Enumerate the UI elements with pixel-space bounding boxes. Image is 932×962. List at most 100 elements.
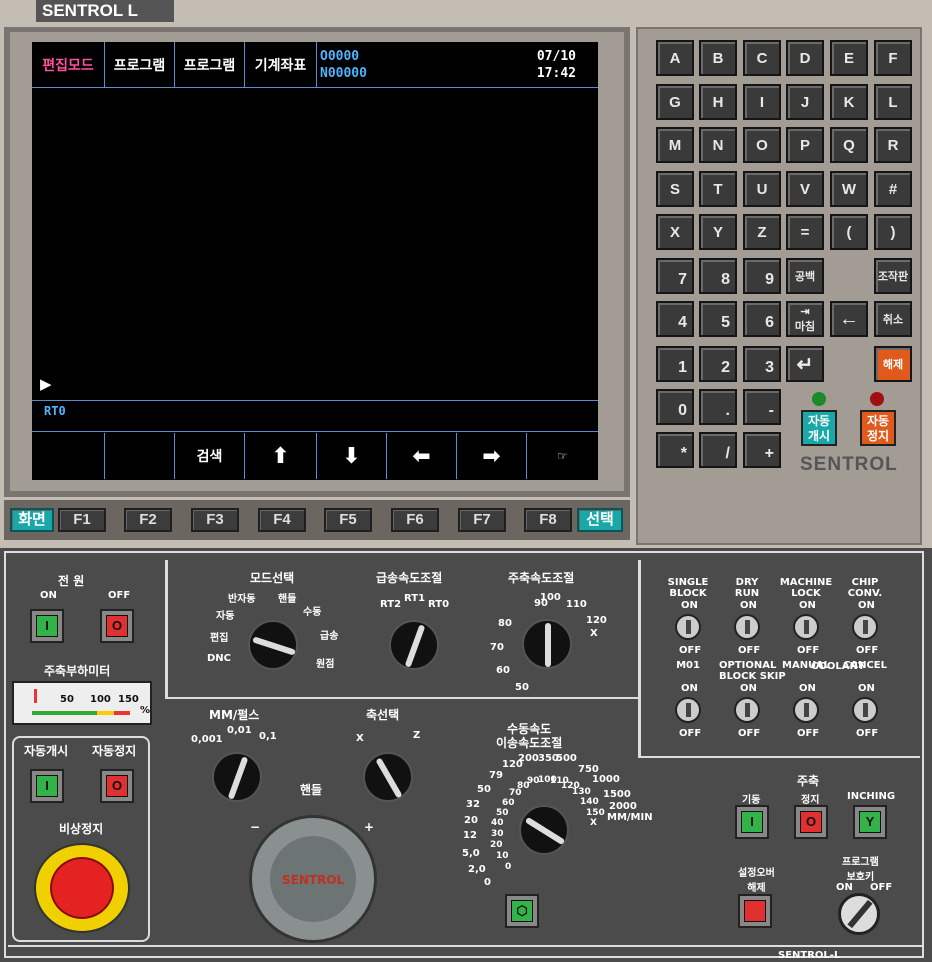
space-key[interactable]: 공백: [786, 258, 824, 294]
key-A[interactable]: A: [656, 40, 694, 76]
key-C[interactable]: C: [743, 40, 781, 76]
mode-select-knob[interactable]: [248, 620, 298, 670]
key-num-7[interactable]: 2: [699, 346, 737, 382]
fkey-f8[interactable]: F8: [524, 508, 572, 532]
fkey-f7[interactable]: F7: [458, 508, 506, 532]
key-num-4[interactable]: 5: [699, 301, 737, 337]
toggle-switch[interactable]: [734, 614, 760, 640]
rapid-override-knob[interactable]: [389, 620, 439, 670]
key-sym[interactable]: ): [874, 214, 912, 250]
key-num-12[interactable]: *: [656, 432, 694, 468]
softkey-search[interactable]: 검색: [175, 433, 245, 479]
key-I[interactable]: I: [743, 84, 781, 120]
tab-edit-mode[interactable]: 편집모드: [32, 42, 105, 88]
key-num-5[interactable]: 6: [743, 301, 781, 337]
mm-pulse-knob[interactable]: [212, 752, 262, 802]
key-num-10[interactable]: .: [699, 389, 737, 425]
fkey-f5[interactable]: F5: [324, 508, 372, 532]
key-num-3[interactable]: 4: [656, 301, 694, 337]
key-B[interactable]: B: [699, 40, 737, 76]
toggle-switch[interactable]: [793, 614, 819, 640]
emergency-stop-button[interactable]: [34, 843, 130, 933]
key-num-8[interactable]: 3: [743, 346, 781, 382]
fkey-f3[interactable]: F3: [191, 508, 239, 532]
key-F[interactable]: F: [874, 40, 912, 76]
key-num-14[interactable]: +: [743, 432, 781, 468]
key-M[interactable]: M: [656, 127, 694, 163]
key-K[interactable]: K: [830, 84, 868, 120]
key-num-13[interactable]: /: [699, 432, 737, 468]
key-num-9[interactable]: 0: [656, 389, 694, 425]
toggle-switch[interactable]: [852, 614, 878, 640]
key-num-2[interactable]: 9: [743, 258, 781, 294]
key-sym[interactable]: =: [786, 214, 824, 250]
softkey-right[interactable]: ➡: [457, 433, 527, 479]
tab-program-2[interactable]: 프로그램: [175, 42, 245, 88]
softkey-up[interactable]: ⬆: [245, 433, 317, 479]
release-key[interactable]: 해제: [874, 346, 912, 382]
inching-button[interactable]: Y: [853, 805, 887, 839]
fkey-f1[interactable]: F1: [58, 508, 106, 532]
toggle-switch[interactable]: [734, 697, 760, 723]
jog-feed-knob[interactable]: [519, 805, 569, 855]
spindle-stop-button[interactable]: O: [794, 805, 828, 839]
panel-key[interactable]: 조작판: [874, 258, 912, 294]
end-key[interactable]: ⇥ 마침: [786, 301, 824, 337]
key-G[interactable]: G: [656, 84, 694, 120]
tab-program-1[interactable]: 프로그램: [105, 42, 175, 88]
key-num-6[interactable]: 1: [656, 346, 694, 382]
fkey-f2[interactable]: F2: [124, 508, 172, 532]
spindle-start-button[interactable]: I: [735, 805, 769, 839]
key-T[interactable]: T: [699, 171, 737, 207]
toggle-switch[interactable]: [675, 614, 701, 640]
key-Z[interactable]: Z: [743, 214, 781, 250]
tab-machine-coord[interactable]: 기계좌표: [245, 42, 317, 88]
fkey-select[interactable]: 선택: [577, 508, 623, 532]
key-L[interactable]: L: [874, 84, 912, 120]
key-U[interactable]: U: [743, 171, 781, 207]
key-S[interactable]: S: [656, 171, 694, 207]
toggle-switch[interactable]: [793, 697, 819, 723]
softkey-2[interactable]: [105, 433, 175, 479]
key-Q[interactable]: Q: [830, 127, 868, 163]
fkey-f4[interactable]: F4: [258, 508, 306, 532]
toggle-switch[interactable]: [675, 697, 701, 723]
key-X[interactable]: X: [656, 214, 694, 250]
key-E[interactable]: E: [830, 40, 868, 76]
key-O[interactable]: O: [743, 127, 781, 163]
key-V[interactable]: V: [786, 171, 824, 207]
feed-hold-button[interactable]: ⬡: [505, 894, 539, 928]
toggle-switch[interactable]: [852, 697, 878, 723]
key-D[interactable]: D: [786, 40, 824, 76]
softkey-down[interactable]: ⬇: [317, 433, 387, 479]
cancel-key[interactable]: 취소: [874, 301, 912, 337]
key-H[interactable]: H: [699, 84, 737, 120]
auto-start-button[interactable]: I: [30, 769, 64, 803]
softkey-1[interactable]: [32, 433, 105, 479]
cycle-stop-button[interactable]: 자동 정지: [860, 410, 896, 446]
auto-stop-button[interactable]: O: [100, 769, 134, 803]
fkey-screen[interactable]: 화면: [10, 508, 54, 532]
override-release-button[interactable]: [738, 894, 772, 928]
key-num-1[interactable]: 8: [699, 258, 737, 294]
key-W[interactable]: W: [830, 171, 868, 207]
spindle-override-knob[interactable]: [522, 619, 572, 669]
cycle-start-button[interactable]: 자동 개시: [801, 410, 837, 446]
key-sym[interactable]: (: [830, 214, 868, 250]
key-num-11[interactable]: -: [743, 389, 781, 425]
key-P[interactable]: P: [786, 127, 824, 163]
key-N[interactable]: N: [699, 127, 737, 163]
handwheel[interactable]: SENTROL: [249, 815, 377, 943]
program-protect-key[interactable]: [838, 893, 880, 935]
key-J[interactable]: J: [786, 84, 824, 120]
softkey-pointer[interactable]: ☞: [527, 433, 598, 479]
key-R[interactable]: R: [874, 127, 912, 163]
key-Y[interactable]: Y: [699, 214, 737, 250]
power-on-button[interactable]: I: [30, 609, 64, 643]
key-num-0[interactable]: 7: [656, 258, 694, 294]
backspace-key[interactable]: ←: [830, 301, 868, 337]
fkey-f6[interactable]: F6: [391, 508, 439, 532]
softkey-left[interactable]: ⬅: [387, 433, 457, 479]
key-sym[interactable]: #: [874, 171, 912, 207]
enter-key[interactable]: ↵: [786, 346, 824, 382]
